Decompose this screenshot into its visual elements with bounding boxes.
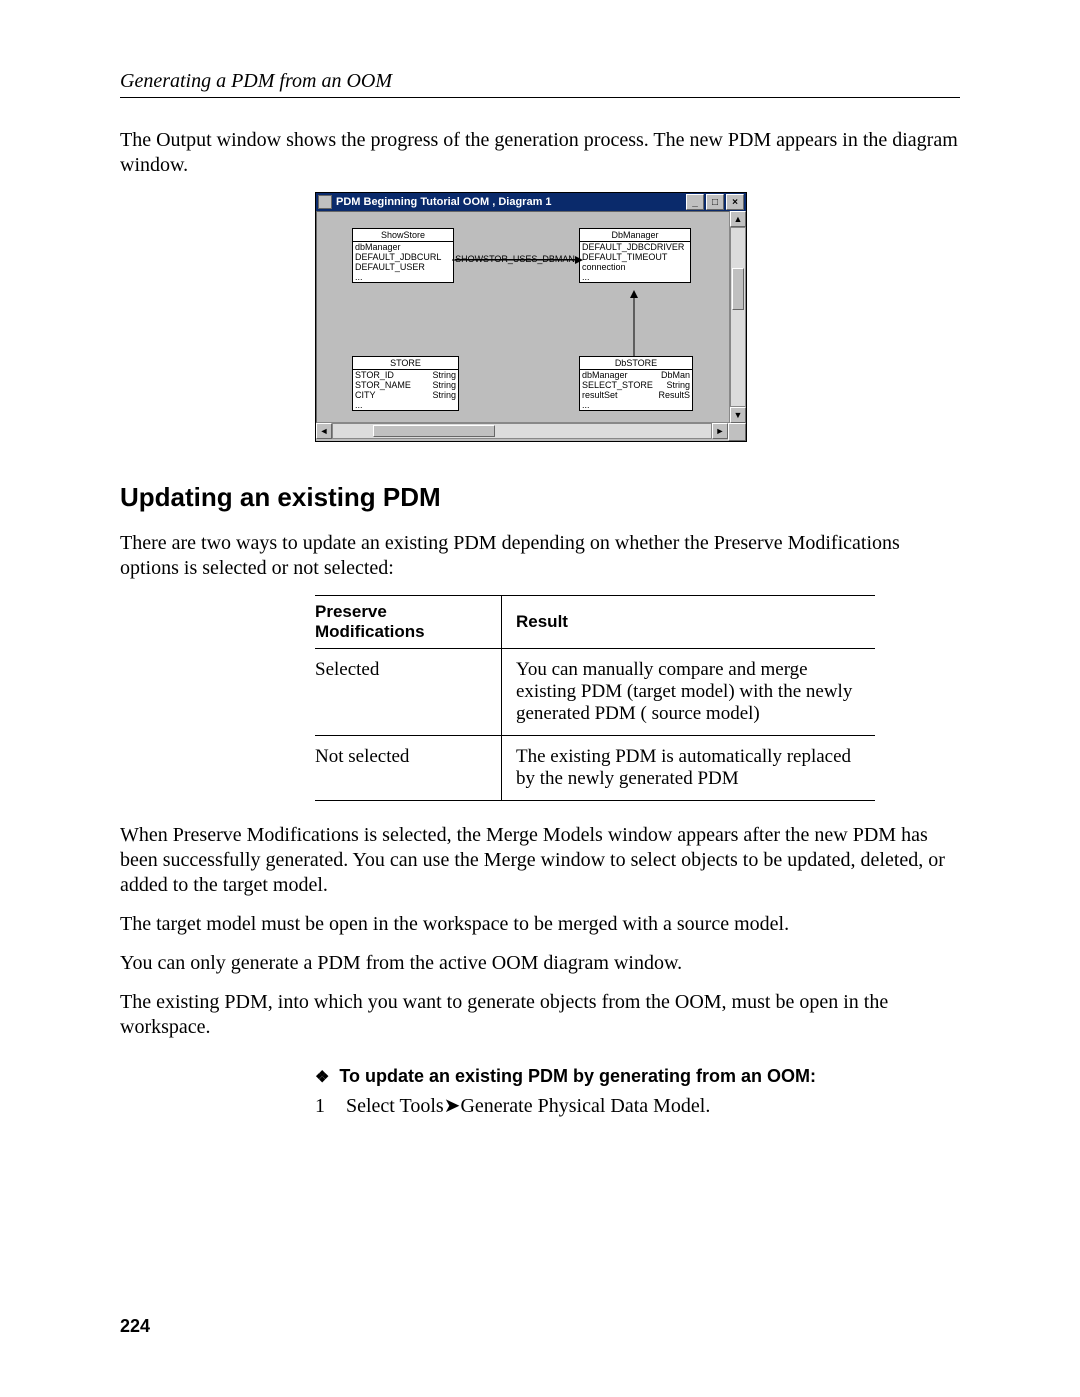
header-rule [120,97,960,98]
page-number: 224 [120,1316,150,1337]
section-intro: There are two ways to update an existing… [120,531,960,581]
table-header: Result [502,596,876,649]
diagram-window: PDM Beginning Tutorial OOM , Diagram 1 _… [315,192,747,442]
resize-grip[interactable] [728,423,746,441]
window-titlebar: PDM Beginning Tutorial OOM , Diagram 1 _… [316,193,746,211]
diagram-canvas[interactable]: ShowStore dbManager DEFAULT_JDBCURL DEFA… [316,211,730,423]
body-paragraph: When Preserve Modifications is selected,… [120,823,960,898]
procedure-heading: ❖To update an existing PDM by generating… [315,1066,960,1087]
body-paragraph: The target model must be open in the wor… [120,912,960,937]
table-row: Not selected The existing PDM is automat… [315,736,875,801]
running-head: Generating a PDM from an OOM [120,70,960,93]
body-paragraph: The existing PDM, into which you want to… [120,990,960,1040]
maximize-button[interactable]: □ [706,194,724,210]
entity-dbstore[interactable]: DbSTORE dbManagerDbMan SELECT_STOREStrin… [579,356,693,411]
scroll-track[interactable] [730,227,746,407]
intro-text: The Output window shows the progress of … [120,128,960,178]
entity-name: DbSTORE [580,357,692,370]
entity-store[interactable]: STORE STOR_IDString STOR_NAMEString CITY… [352,356,459,411]
diamond-icon: ❖ [315,1069,329,1086]
minimize-button[interactable]: _ [686,194,704,210]
app-icon [318,195,332,209]
arrow-icon: ➤ [444,1095,461,1117]
scroll-thumb[interactable] [373,425,495,437]
vertical-scrollbar[interactable]: ▲ ▼ [730,211,746,423]
step-number: 1 [315,1095,341,1118]
preserve-modifications-table: Preserve Modifications Result Selected Y… [315,595,875,801]
scroll-down-icon[interactable]: ▼ [730,407,746,423]
body-paragraph: You can only generate a PDM from the act… [120,951,960,976]
scroll-right-icon[interactable]: ► [712,423,728,439]
horizontal-scrollbar[interactable]: ◄ ► [316,423,728,439]
section-heading: Updating an existing PDM [120,482,960,513]
close-button[interactable]: × [726,194,744,210]
scroll-up-icon[interactable]: ▲ [730,211,746,227]
entity-name: STORE [353,357,458,370]
procedure-step: 1 Select Tools➤Generate Physical Data Mo… [315,1093,960,1118]
table-header: Preserve Modifications [315,596,502,649]
scroll-track[interactable] [332,423,712,439]
table-row: Selected You can manually compare and me… [315,649,875,736]
scroll-thumb[interactable] [732,268,744,310]
window-title: PDM Beginning Tutorial OOM , Diagram 1 [336,196,552,208]
scroll-left-icon[interactable]: ◄ [316,423,332,439]
